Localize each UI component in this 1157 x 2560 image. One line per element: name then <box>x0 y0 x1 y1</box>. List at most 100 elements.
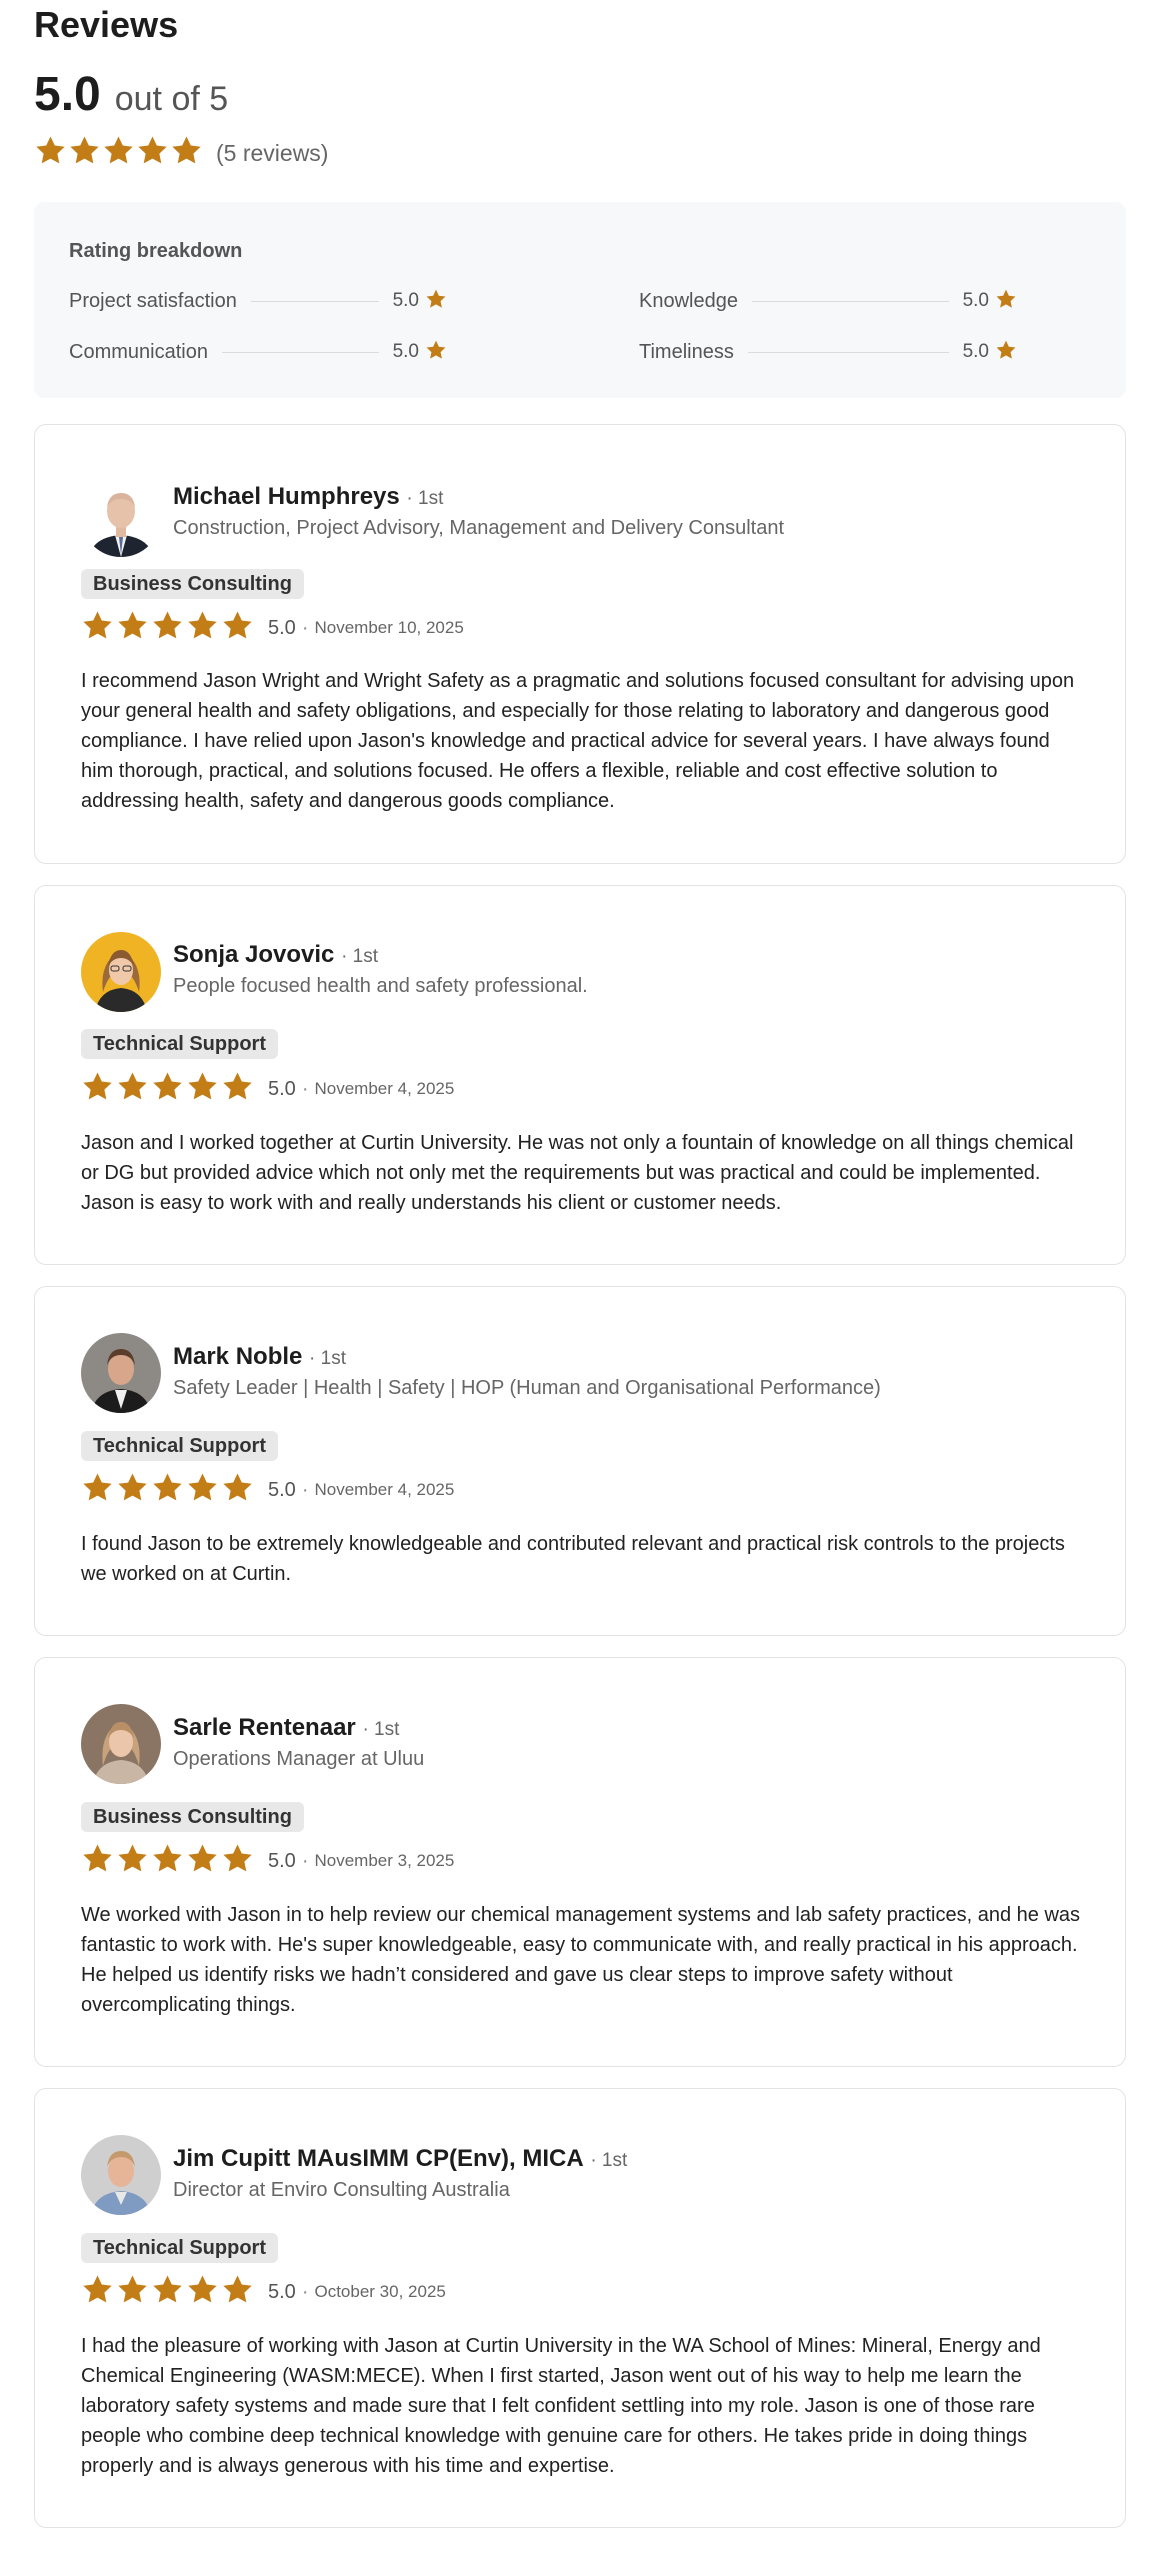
review-card: Jim Cupitt MAusIMM CP(Env), MICA · 1st D… <box>34 2088 1126 2528</box>
star-icon <box>223 611 252 639</box>
connection-degree: · 1st <box>362 1719 400 1740</box>
review-date: November 10, 2025 <box>314 618 464 637</box>
review-card: Sonja Jovovic · 1st People focused healt… <box>34 885 1126 1265</box>
reviewer-headline: Safety Leader | Health | Safety | HOP (H… <box>173 1377 881 1399</box>
reviewer-headline: People focused health and safety profess… <box>173 975 588 997</box>
overall-stars-row: (5 reviews) <box>34 134 1126 172</box>
separator: · <box>301 1478 309 1501</box>
star-icon <box>70 136 99 164</box>
star-icon <box>996 289 1016 308</box>
rating-stars <box>81 1070 256 1108</box>
separator: · <box>301 616 309 639</box>
reviewer-name[interactable]: Michael Humphreys <box>173 483 400 510</box>
breakdown-divider <box>221 351 379 353</box>
reviewer-name[interactable]: Sonja Jovovic <box>173 941 334 968</box>
breakdown-item: Project satisfaction 5.0 <box>69 286 447 316</box>
review-text: I found Jason to be extremely knowledgea… <box>81 1533 1065 1585</box>
rating-stars <box>81 2273 256 2311</box>
reviewer-name[interactable]: Sarle Rentenaar <box>173 1714 356 1741</box>
avatar[interactable] <box>81 2135 161 2215</box>
separator: · <box>301 2280 309 2303</box>
avatar[interactable] <box>81 932 161 1012</box>
star-icon <box>118 1473 147 1501</box>
star-icon <box>118 2275 147 2303</box>
review-date: November 4, 2025 <box>314 1079 455 1098</box>
reviewer-headline: Construction, Project Advisory, Manageme… <box>173 517 785 539</box>
star-icon <box>153 1473 182 1501</box>
star-icon <box>153 2275 182 2303</box>
reviewer-headline: Director at Enviro Consulting Australia <box>173 2179 510 2201</box>
star-icon <box>223 1473 252 1501</box>
rating-breakdown-title: Rating breakdown <box>69 240 243 262</box>
star-icon <box>153 1072 182 1100</box>
connection-degree: · 1st <box>590 2150 628 2171</box>
star-icon <box>138 136 167 164</box>
connection-degree: · 1st <box>341 946 379 967</box>
star-icon <box>188 611 217 639</box>
avatar[interactable] <box>81 477 161 557</box>
star-icon <box>83 1473 112 1501</box>
star-icon <box>223 1844 252 1872</box>
service-tag: Technical Support <box>81 2233 278 2263</box>
rating-stars <box>81 1471 256 1509</box>
page-title: Reviews <box>34 4 179 45</box>
review-score: 5.0 <box>268 2280 296 2303</box>
star-icon <box>188 1072 217 1100</box>
star-icon <box>118 1072 147 1100</box>
connection-degree: · 1st <box>406 488 444 509</box>
avatar[interactable] <box>81 1704 161 1784</box>
star-icon <box>83 1072 112 1100</box>
review-text: I recommend Jason Wright and Wright Safe… <box>81 670 1075 812</box>
star-icon <box>153 611 182 639</box>
star-icon <box>172 136 201 164</box>
breakdown-value: 5.0 <box>962 341 989 362</box>
breakdown-label: Project satisfaction <box>69 289 237 312</box>
star-icon <box>188 1473 217 1501</box>
review-card: Michael Humphreys · 1st Construction, Pr… <box>34 424 1126 864</box>
review-rating: 5.0 · November 4, 2025 <box>81 1071 454 1107</box>
separator: · <box>301 1849 309 1872</box>
star-icon <box>83 1844 112 1872</box>
breakdown-label: Knowledge <box>639 289 738 312</box>
rating-breakdown: Rating breakdown Project satisfaction 5.… <box>34 202 1126 398</box>
star-icon <box>83 2275 112 2303</box>
review-rating: 5.0 · November 4, 2025 <box>81 1472 454 1508</box>
star-icon <box>104 136 133 164</box>
breakdown-item: Communication 5.0 <box>69 337 447 367</box>
star-icon <box>223 1072 252 1100</box>
breakdown-item: Knowledge 5.0 <box>639 286 1017 316</box>
reviewer-name[interactable]: Jim Cupitt MAusIMM CP(Env), MICA <box>173 2145 584 2172</box>
review-date: November 4, 2025 <box>314 1480 455 1499</box>
reviewer-name-line: Sarle Rentenaar · 1st <box>173 1714 399 1742</box>
reviewer-headline: Operations Manager at Uluu <box>173 1748 425 1770</box>
avatar[interactable] <box>81 1333 161 1413</box>
breakdown-item: Timeliness 5.0 <box>639 337 1017 367</box>
star-icon <box>118 611 147 639</box>
star-icon <box>426 340 446 359</box>
reviewer-name-line: Mark Noble · 1st <box>173 1343 346 1371</box>
review-score: 5.0 <box>268 616 296 639</box>
overall-score: 5.0 <box>34 68 101 121</box>
review-date: October 30, 2025 <box>314 2282 446 2301</box>
reviewer-name-line: Michael Humphreys · 1st <box>173 483 443 511</box>
breakdown-label: Timeliness <box>639 340 734 363</box>
service-tag: Business Consulting <box>81 569 304 599</box>
rating-stars <box>81 1842 256 1880</box>
separator: · <box>301 1077 309 1100</box>
review-rating: 5.0 · November 3, 2025 <box>81 1843 454 1879</box>
star-icon <box>996 340 1016 359</box>
review-score: 5.0 <box>268 1849 296 1872</box>
review-text: Jason and I worked together at Curtin Un… <box>81 1132 1074 1214</box>
rating-stars <box>81 609 256 647</box>
reviewer-name-line: Sonja Jovovic · 1st <box>173 941 378 969</box>
review-text: We worked with Jason in to help review o… <box>81 1904 1081 2016</box>
review-text: I had the pleasure of working with Jason… <box>81 2335 1041 2477</box>
overall-stars <box>34 134 204 172</box>
reviewer-name[interactable]: Mark Noble <box>173 1343 302 1370</box>
service-tag: Technical Support <box>81 1029 278 1059</box>
service-tag: Business Consulting <box>81 1802 304 1832</box>
connection-degree: · 1st <box>309 1348 346 1369</box>
star-icon <box>188 1844 217 1872</box>
service-tag: Technical Support <box>81 1431 278 1461</box>
breakdown-label: Communication <box>69 340 208 363</box>
